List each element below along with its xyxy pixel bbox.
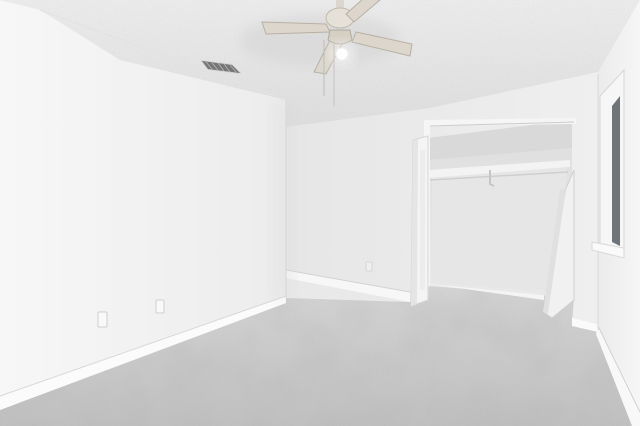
bifold-door-left[interactable]	[410, 135, 429, 307]
corner-shade	[270, 100, 294, 300]
outlet	[365, 261, 373, 272]
closet-back-wall	[432, 168, 566, 294]
room-photo	[0, 0, 640, 426]
outlet	[155, 299, 165, 314]
outlet	[97, 311, 108, 328]
window-pane	[612, 96, 620, 246]
fan-light-kit	[327, 29, 353, 45]
room-illustration	[0, 0, 640, 426]
fan-blade	[261, 21, 331, 35]
